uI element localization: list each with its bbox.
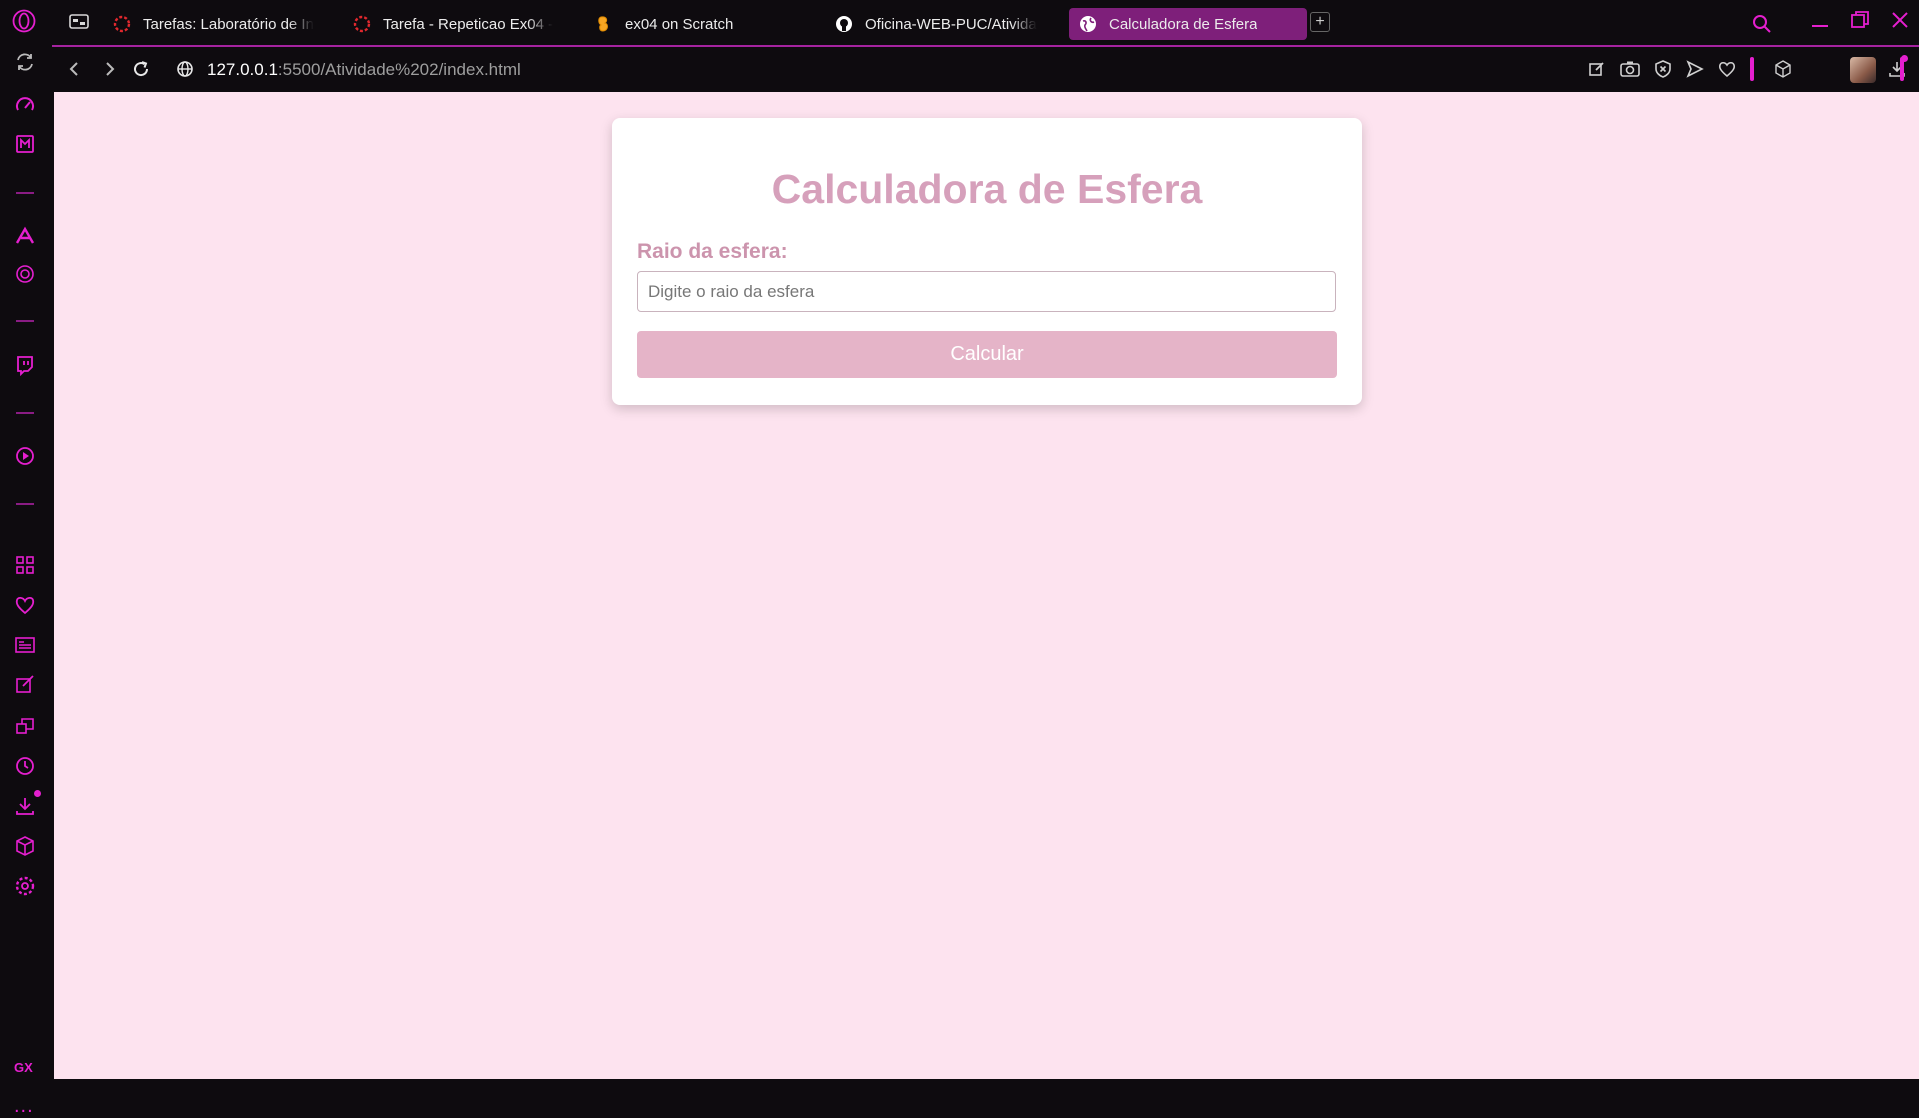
address-bar: 127.0.0.1:5500/Atividade%202/index.html: [50, 45, 1919, 1079]
close-icon[interactable]: [1890, 10, 1910, 30]
gx-label[interactable]: GX: [14, 1060, 33, 1075]
canvas-logo-icon: [353, 15, 371, 33]
scratch-logo-icon: [595, 15, 613, 33]
cube-icon[interactable]: [1774, 60, 1792, 78]
forward-icon[interactable]: [100, 60, 118, 78]
sidebar-toggle-indicator[interactable]: [1900, 57, 1904, 81]
send-icon[interactable]: [1686, 60, 1704, 78]
calculator-card: Calculadora de Esfera Raio da esfera: Ca…: [612, 118, 1362, 405]
tabs-icon[interactable]: [14, 715, 36, 737]
radius-input[interactable]: [637, 271, 1336, 312]
tab-label: Tarefa - Repeticao Ex04 -: [383, 15, 554, 33]
tab-oficina-web-puc[interactable]: Oficina-WEB-PUC/Ativida: [835, 8, 1050, 40]
sidebar-separator: [16, 192, 34, 194]
snapshot-edit-icon[interactable]: [1588, 60, 1606, 78]
calculate-button[interactable]: Calcular: [637, 331, 1337, 378]
bookmarks-heart-icon[interactable]: [14, 594, 36, 616]
toolbar-separator: [1750, 57, 1754, 81]
profile-avatar[interactable]: [1850, 57, 1876, 83]
tab-label: ex04 on Scratch: [625, 15, 734, 33]
chatgpt-icon[interactable]: [14, 263, 36, 285]
tab-bar: Tarefas: Laboratório de In Tarefa - Repe…: [0, 0, 1919, 45]
ad-blocker-icon[interactable]: [1654, 60, 1672, 78]
canvas-logo-icon: [113, 15, 131, 33]
page-title: Calculadora de Esfera: [771, 166, 1203, 212]
url-host: 127.0.0.1: [207, 60, 278, 79]
sidebar-separator: [16, 320, 34, 322]
back-icon[interactable]: [66, 60, 84, 78]
sidebar-separator: [16, 412, 34, 414]
new-tab-button[interactable]: +: [1310, 12, 1330, 32]
history-clock-icon[interactable]: [14, 755, 36, 777]
settings-gear-icon[interactable]: [14, 875, 36, 897]
camera-icon[interactable]: [1620, 60, 1640, 78]
aria-ai-icon[interactable]: [14, 225, 36, 247]
sidebar-separator: [16, 503, 34, 505]
restore-icon[interactable]: [1850, 10, 1870, 30]
tab-tarefa-repeticao[interactable]: Tarefa - Repeticao Ex04 -: [353, 8, 568, 40]
pinboard-icon[interactable]: [14, 674, 36, 696]
gx-control-icon[interactable]: [14, 95, 36, 117]
opera-gx-logo-icon[interactable]: [12, 9, 36, 33]
github-icon: [835, 15, 853, 33]
twitch-icon[interactable]: [14, 354, 36, 376]
sidebar: GX ...: [0, 45, 52, 1117]
address-url[interactable]: 127.0.0.1:5500/Atividade%202/index.html: [207, 60, 521, 80]
downloads-icon[interactable]: [14, 795, 36, 817]
page-viewport: Calculadora de Esfera Raio da esfera: Ca…: [54, 92, 1919, 1079]
speed-dial-icon[interactable]: [14, 554, 36, 576]
sidebar-more-button[interactable]: ...: [14, 1095, 34, 1118]
site-info-globe-icon[interactable]: [176, 60, 194, 78]
minimize-icon[interactable]: [1810, 10, 1830, 30]
tab-islands-icon[interactable]: [69, 13, 89, 31]
search-icon[interactable]: [1752, 14, 1772, 34]
tab-tarefas-laboratorio[interactable]: Tarefas: Laboratório de In: [113, 8, 328, 40]
tab-label: Calculadora de Esfera: [1109, 15, 1258, 33]
heart-icon[interactable]: [1718, 60, 1736, 78]
gx-corner-icon[interactable]: [14, 133, 36, 155]
radius-label: Raio da esfera:: [637, 240, 788, 263]
tab-label: Oficina-WEB-PUC/Ativida: [865, 15, 1037, 33]
tab-ex04-scratch[interactable]: ex04 on Scratch: [595, 8, 810, 40]
news-icon[interactable]: [14, 634, 36, 656]
downloads-badge: [34, 790, 41, 797]
reload-icon[interactable]: [132, 60, 150, 78]
tab-calculadora-de-esfera[interactable]: Calculadora de Esfera: [1069, 8, 1307, 40]
sync-icon[interactable]: [14, 51, 36, 73]
extensions-cube-icon[interactable]: [14, 835, 36, 857]
player-icon[interactable]: [14, 445, 36, 467]
url-path: :5500/Atividade%202/index.html: [277, 60, 521, 79]
globe-icon: [1079, 15, 1097, 33]
tab-label: Tarefas: Laboratório de In: [143, 15, 314, 33]
